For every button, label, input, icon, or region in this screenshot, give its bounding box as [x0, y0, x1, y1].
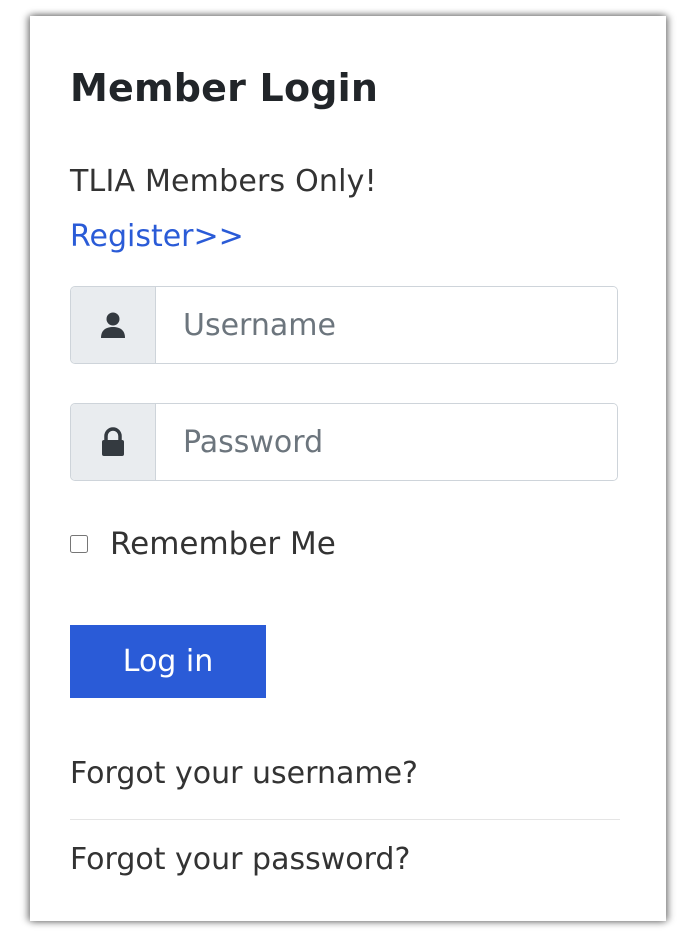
remember-me-checkbox[interactable]	[70, 535, 88, 553]
username-input[interactable]	[156, 287, 617, 363]
username-input-group	[70, 286, 618, 364]
remember-me-label: Remember Me	[110, 526, 336, 562]
user-icon	[71, 287, 156, 363]
forgot-username-link[interactable]: Forgot your username?	[70, 756, 618, 791]
password-input-group	[70, 403, 618, 481]
password-input[interactable]	[156, 404, 617, 480]
members-only-text: TLIA Members Only!	[70, 164, 377, 199]
lock-icon	[71, 404, 156, 480]
register-link[interactable]: Register>>	[70, 219, 244, 254]
remember-me[interactable]: Remember Me	[70, 526, 336, 562]
divider	[70, 819, 620, 820]
forgot-password-link[interactable]: Forgot your password?	[70, 842, 618, 877]
login-card: Member Login TLIA Members Only! Register…	[30, 16, 666, 921]
login-button[interactable]: Log in	[70, 625, 266, 698]
page-title: Member Login	[70, 66, 379, 110]
